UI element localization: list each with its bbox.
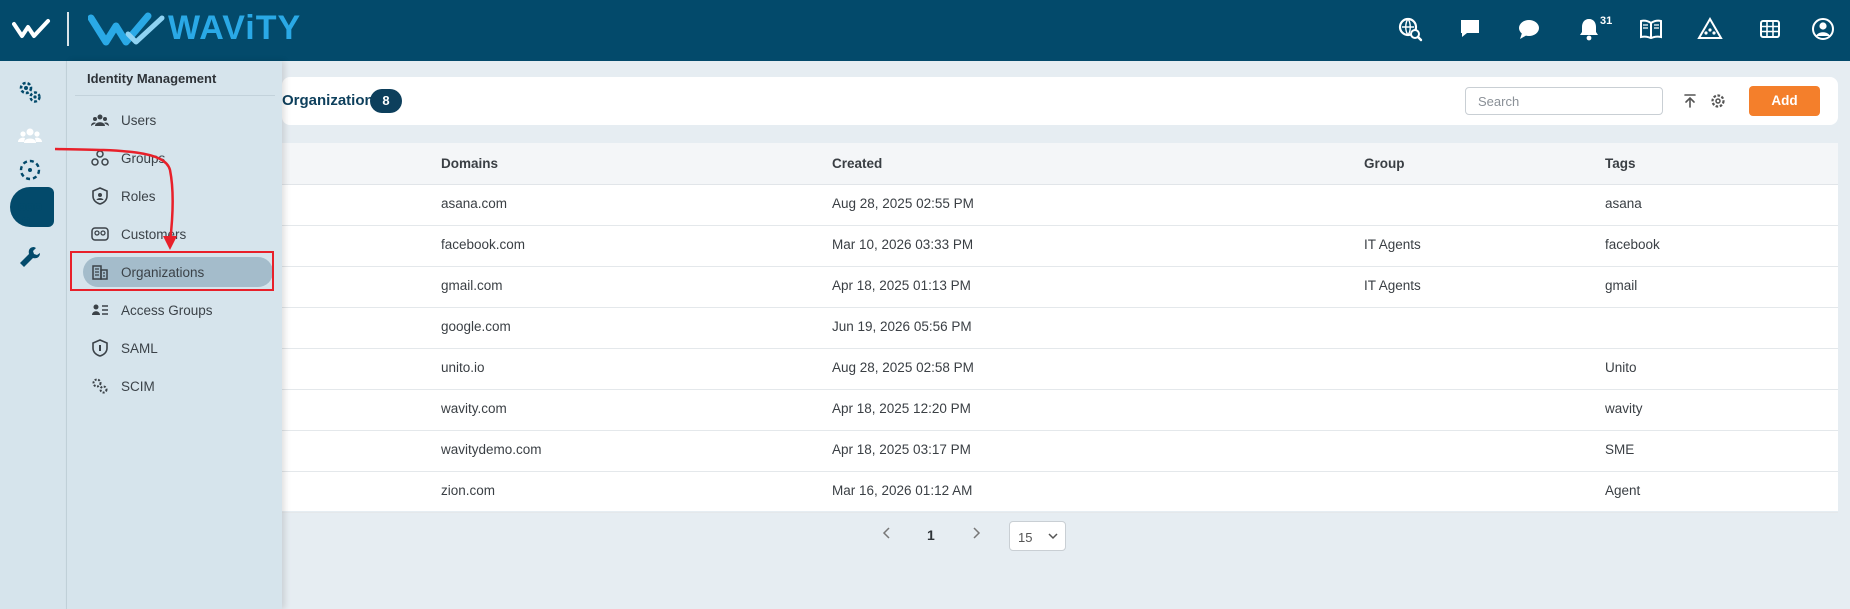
annotation-highlight-box (70, 251, 274, 291)
notification-bell-icon[interactable] (1576, 16, 1602, 42)
cell-created: Apr 18, 2025 12:20 PM (832, 401, 971, 416)
next-page-icon[interactable] (969, 526, 983, 540)
groups-icon (91, 150, 109, 166)
table-settings-gear-icon[interactable] (1708, 91, 1728, 111)
flyout-divider (75, 95, 275, 96)
user-profile-icon[interactable] (1810, 16, 1836, 42)
cell-tags: Unito (1605, 360, 1637, 375)
cell-created: Mar 16, 2026 01:12 AM (832, 483, 973, 498)
page-size-select[interactable]: 15 (1009, 521, 1066, 551)
flyout-item-label: Groups (121, 150, 166, 166)
cell-domain: wavitydemo.com (441, 442, 542, 457)
chat-bubble-icon[interactable] (1516, 16, 1542, 42)
cell-created: Apr 18, 2025 03:17 PM (832, 442, 971, 457)
cell-group: IT Agents (1364, 237, 1421, 252)
table-row[interactable]: zion.com Mar 16, 2026 01:12 AM Agent (282, 471, 1838, 513)
cell-domain: zion.com (441, 483, 496, 498)
add-button[interactable]: Add (1749, 86, 1820, 116)
flyout-item-access-groups[interactable]: Access Groups (83, 295, 273, 325)
flyout-item-label: Users (121, 112, 157, 128)
cell-created: Jun 19, 2026 05:56 PM (832, 319, 972, 334)
global-search-icon[interactable] (1397, 16, 1423, 42)
page-size-value: 15 (1018, 530, 1033, 545)
scim-icon (92, 378, 108, 394)
identity-management-flyout: Identity Management Users Groups Roles Cust… (67, 61, 282, 609)
cell-domain: asana.com (441, 196, 508, 211)
current-page-number[interactable]: 1 (927, 527, 935, 543)
saml-icon (92, 339, 108, 357)
table-row[interactable]: asana.com Aug 28, 2025 02:55 PM asana (282, 184, 1838, 226)
flyout-item-label: Customers (121, 226, 187, 242)
organizations-table: Domains Created Group Tags asana.com Aug … (282, 143, 1838, 513)
column-header-created[interactable]: Created (832, 156, 882, 171)
flyout-item-label: SAML (121, 340, 158, 356)
identity-management-icon[interactable] (17, 123, 43, 149)
customers-icon (91, 227, 109, 241)
left-icon-rail (0, 61, 67, 609)
chevron-down-icon (1048, 533, 1058, 540)
workflow-nodes-icon[interactable] (17, 201, 43, 227)
flyout-item-groups[interactable]: Groups (83, 143, 273, 173)
column-header-group[interactable]: Group (1364, 156, 1405, 171)
cell-domain: google.com (441, 319, 511, 334)
previous-page-icon[interactable] (880, 526, 894, 540)
wavity-logo-icon[interactable] (88, 12, 168, 46)
cell-tags: asana (1605, 196, 1642, 211)
cell-domain: wavity.com (441, 401, 507, 416)
cell-domain: unito.io (441, 360, 485, 375)
flyout-item-label: SCIM (121, 378, 155, 394)
apps-grid-icon[interactable] (1757, 16, 1783, 42)
table-row[interactable]: wavitydemo.com Apr 18, 2025 03:17 PM SME (282, 430, 1838, 472)
cell-tags: SME (1605, 442, 1635, 457)
flyout-item-label: Access Groups (121, 302, 213, 318)
knowledge-book-icon[interactable] (1638, 16, 1664, 42)
flyout-item-scim[interactable]: SCIM (83, 371, 273, 401)
cell-created: Aug 28, 2025 02:55 PM (832, 196, 974, 211)
column-header-domains[interactable]: Domains (441, 156, 498, 171)
cell-domain: gmail.com (441, 278, 503, 293)
message-square-icon[interactable] (1457, 16, 1483, 42)
search-input[interactable] (1465, 87, 1663, 115)
page-header-card: Organizations 8 Add (282, 77, 1838, 125)
cell-tags: Agent (1605, 483, 1641, 498)
users-icon (91, 114, 109, 126)
flyout-item-users[interactable]: Users (83, 105, 273, 135)
cell-created: Aug 28, 2025 02:58 PM (832, 360, 974, 375)
table-row[interactable]: google.com Jun 19, 2026 05:56 PM (282, 307, 1838, 349)
refresh-cycle-icon[interactable] (17, 157, 43, 183)
top-navigation-bar: WAViTY 31 (0, 0, 1850, 61)
table-row[interactable]: unito.io Aug 28, 2025 02:58 PM Unito (282, 348, 1838, 390)
flyout-item-roles[interactable]: Roles (83, 181, 273, 211)
settings-gears-icon[interactable] (17, 79, 43, 105)
table-row[interactable]: gmail.com Apr 18, 2025 01:13 PM IT Agents g… (282, 266, 1838, 308)
cell-domain: facebook.com (441, 237, 526, 252)
page-title: Organizations (282, 92, 383, 109)
cell-tags: wavity (1605, 401, 1643, 416)
cell-tags: gmail (1605, 278, 1638, 293)
export-upload-icon[interactable] (1680, 91, 1700, 111)
table-row[interactable]: facebook.com Mar 10, 2026 03:33 PM IT Agen… (282, 225, 1838, 267)
cell-group: IT Agents (1364, 278, 1421, 293)
table-header: Domains Created Group Tags (282, 143, 1838, 185)
brand-name: WAViTY (168, 9, 302, 47)
cell-tags: facebook (1605, 237, 1660, 252)
notification-count-badge: 31 (1600, 15, 1613, 27)
flyout-title: Identity Management (87, 71, 217, 86)
wavity-small-logo-icon[interactable] (12, 18, 52, 40)
triangle-network-icon[interactable] (1697, 16, 1723, 42)
cell-created: Apr 18, 2025 01:13 PM (832, 278, 971, 293)
logo-divider (67, 12, 69, 46)
column-header-tags[interactable]: Tags (1605, 156, 1636, 171)
flyout-item-label: Roles (121, 188, 156, 204)
cell-created: Mar 10, 2026 03:33 PM (832, 237, 974, 252)
organization-count-badge: 8 (370, 89, 402, 113)
table-row[interactable]: wavity.com Apr 18, 2025 12:20 PM wavity (282, 389, 1838, 431)
roles-icon (92, 187, 108, 205)
flyout-item-saml[interactable]: SAML (83, 333, 273, 363)
tools-wrench-icon[interactable] (17, 244, 43, 270)
flyout-item-customers[interactable]: Customers (83, 219, 273, 249)
access-groups-icon (92, 304, 108, 315)
